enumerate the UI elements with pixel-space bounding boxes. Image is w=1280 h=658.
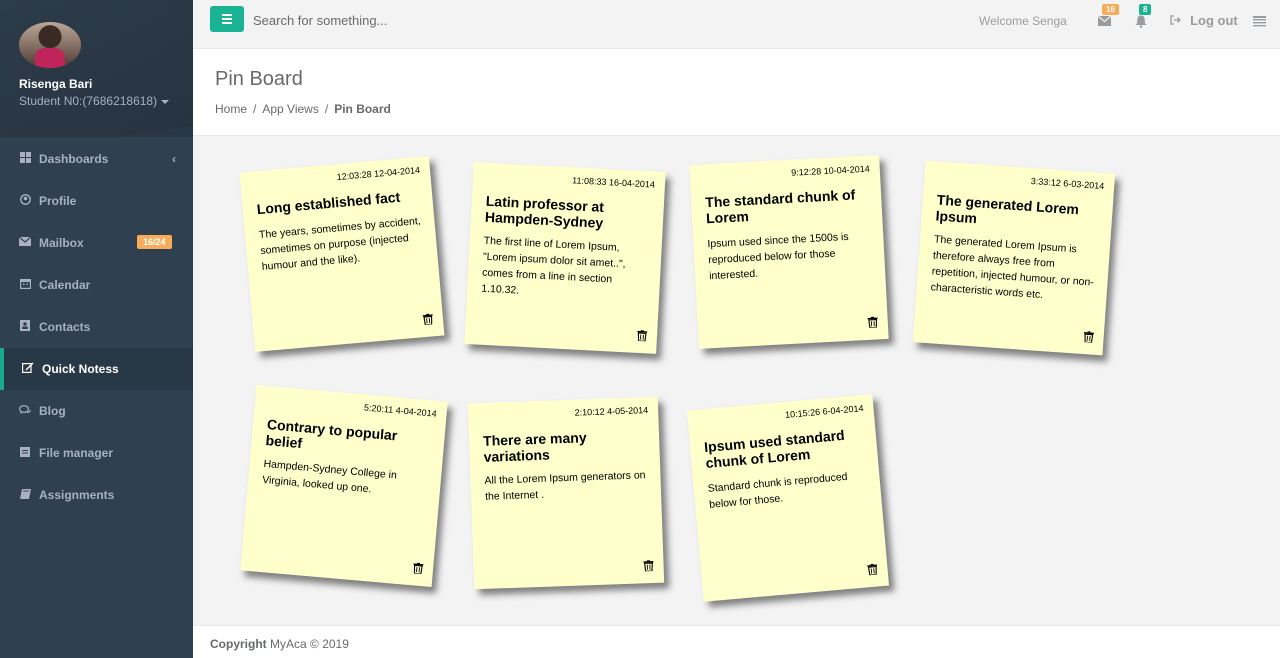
note-title: There are many variations (482, 429, 587, 465)
sidebar-item-calendar[interactable]: Calendar (0, 264, 193, 306)
sticky-note[interactable]: 10:15:26 6-04-2014 Ipsum used standard c… (686, 394, 890, 602)
profile-role-dropdown[interactable]: Student N0:(7686218618) (19, 94, 170, 108)
note-body: Ipsum used since the 1500s is reproduced… (707, 230, 849, 283)
sidebar-item-label: Mailbox (39, 236, 84, 250)
comments-icon (18, 404, 31, 418)
th-large-icon (19, 152, 31, 166)
page-heading: Pin Board Home / App Views / Pin Board (193, 49, 1280, 136)
footer-copyright-text: MyAca © 2019 (270, 637, 349, 651)
messages-button[interactable]: 16 (1098, 4, 1119, 27)
breadcrumb-current: Pin Board (334, 102, 391, 116)
avatar[interactable] (19, 22, 81, 68)
sidebar-item-profile[interactable]: Profile (0, 180, 193, 222)
sidebar: Risenga Bari Student N0:(7686218618) Das… (0, 0, 193, 658)
breadcrumb-app-views[interactable]: App Views (262, 102, 318, 116)
note-body: Hampden-Sydney College in Virginia, look… (261, 457, 398, 496)
sidebar-item-label: Contacts (39, 320, 91, 334)
note-date: 5:20:11 4-04-2014 (363, 402, 438, 419)
sidebar-item-blog[interactable]: Blog (0, 390, 193, 432)
note-body: The generated Lorem Ipsum is therefore a… (930, 233, 1095, 302)
book-icon (19, 488, 31, 502)
note-title: The generated Lorem Ipsum (935, 191, 1080, 227)
sidebar-item-label: Assignments (39, 488, 115, 502)
note-date: 12:03:28 12-04-2014 (336, 164, 421, 183)
note-date: 3:33:12 6-03-2014 (1030, 176, 1105, 192)
note-title: Latin professor at Hampden-Sydney (484, 192, 605, 231)
profile-name: Risenga Bari (19, 77, 93, 91)
chevron-left-icon: ‹ (172, 152, 176, 166)
sidebar-item-quick-notes[interactable]: Quick Notess (0, 348, 193, 390)
sidebar-item-label: File manager (39, 446, 114, 460)
calendar-icon (19, 278, 31, 292)
sidebar-item-label: Blog (39, 404, 66, 418)
notifications-button[interactable]: 8 (1135, 4, 1152, 28)
trash-icon[interactable] (867, 563, 878, 576)
trash-icon[interactable] (643, 560, 654, 572)
menu-toggle-button[interactable] (210, 6, 244, 32)
note-date: 9:12:28 10-04-2014 (791, 163, 871, 178)
sticky-note[interactable]: 3:33:12 6-03-2014 The generated Lorem Ip… (912, 160, 1116, 356)
logout-label: Log out (1190, 13, 1238, 28)
sticky-note[interactable]: 11:08:33 16-04-2014 Latin professor at H… (464, 162, 666, 354)
sidebar-item-label: Dashboards (39, 152, 109, 166)
trash-icon[interactable] (422, 313, 434, 326)
right-sidebar-toggle[interactable] (1253, 15, 1266, 30)
sticky-note[interactable]: 12:03:28 12-04-2014 Long established fac… (239, 156, 445, 352)
messages-count-badge: 16 (1102, 4, 1119, 15)
sign-out-icon (1170, 15, 1184, 28)
folder-icon (19, 446, 31, 460)
mailbox-badge: 16/24 (137, 235, 172, 249)
page-title: Pin Board (215, 68, 303, 90)
footer-copyright-label: Copyright (210, 637, 267, 651)
note-body: The years, sometimes by accident, someti… (258, 215, 422, 274)
profile-header: Risenga Bari Student N0:(7686218618) (0, 0, 193, 137)
user-circle-icon (19, 194, 31, 208)
sticky-note[interactable]: 9:12:28 10-04-2014 The standard chunk of… (689, 155, 889, 349)
sidebar-item-contacts[interactable]: Contacts (0, 306, 193, 348)
envelope-icon (1098, 16, 1111, 26)
sidebar-item-assignments[interactable]: Assignments (0, 474, 193, 516)
sidebar-item-mailbox[interactable]: Mailbox 16/24 (0, 222, 193, 264)
top-navbar: Welcome Senga 16 8 Log out (193, 0, 1280, 49)
trash-icon[interactable] (867, 316, 879, 328)
trash-icon[interactable] (1083, 331, 1094, 343)
pin-board: 12:03:28 12-04-2014 Long established fac… (193, 137, 1280, 625)
trash-icon[interactable] (413, 562, 424, 575)
sidebar-item-label: Quick Notess (42, 362, 119, 376)
breadcrumb: Home / App Views / Pin Board (215, 102, 391, 116)
welcome-message: Welcome Senga (979, 14, 1067, 28)
note-body: All the Lorem Ipsum generators on the In… (484, 469, 646, 503)
envelope-icon (18, 236, 32, 249)
caret-down-icon (161, 99, 170, 104)
note-title: Ipsum used standard chunk of Lorem (703, 426, 846, 472)
note-date: 10:15:26 6-04-2014 (784, 403, 864, 420)
note-date: 11:08:33 16-04-2014 (571, 175, 656, 190)
sidebar-item-dashboards[interactable]: Dashboards ‹ (0, 138, 193, 180)
breadcrumb-home[interactable]: Home (215, 102, 247, 116)
note-title: Contrary to popular belief (265, 416, 398, 452)
sticky-note[interactable]: 2:10:12 4-05-2014 There are many variati… (467, 396, 665, 590)
sidebar-item-label: Profile (39, 194, 77, 208)
sidebar-item-file-manager[interactable]: File manager (0, 432, 193, 474)
address-book-icon (19, 320, 31, 334)
search-input[interactable] (253, 8, 653, 32)
profile-role: Student N0:(7686218618) (19, 94, 158, 108)
note-body: The first line of Lorem Ipsum, "Lorem ip… (480, 234, 626, 297)
list-icon (1253, 16, 1266, 27)
footer: Copyright MyAca © 2019 (193, 625, 1280, 658)
trash-icon[interactable] (637, 330, 648, 342)
edit-icon (22, 362, 34, 376)
notifications-count-badge: 8 (1139, 4, 1152, 15)
logout-link[interactable]: Log out (1170, 13, 1238, 28)
note-date: 2:10:12 4-05-2014 (574, 405, 649, 418)
bell-icon (1135, 15, 1147, 28)
note-title: Long established fact (256, 188, 401, 218)
note-body: Standard chunk is reproduced below for t… (707, 470, 848, 511)
note-title: The standard chunk of Lorem (704, 186, 856, 227)
sticky-note[interactable]: 5:20:11 4-04-2014 Contrary to popular be… (240, 384, 448, 588)
sidebar-item-label: Calendar (39, 278, 91, 292)
